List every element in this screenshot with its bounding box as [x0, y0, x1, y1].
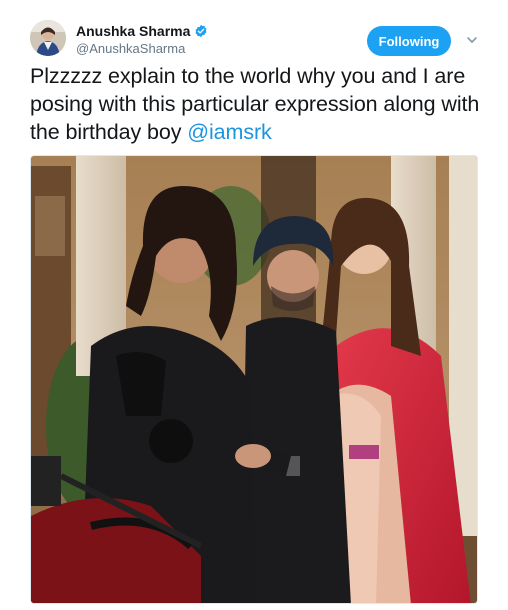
- author-display-name[interactable]: Anushka Sharma: [76, 23, 190, 39]
- tweet-text: Plzzzzz explain to the world why you and…: [30, 62, 485, 146]
- tweet-card: Anushka Sharma @AnushkaSharma Following …: [0, 0, 508, 610]
- verified-badge-icon: [195, 24, 207, 38]
- author-handle[interactable]: @AnushkaSharma: [76, 41, 185, 56]
- photo-image: [31, 156, 477, 603]
- author-avatar[interactable]: [30, 20, 66, 56]
- mention-link[interactable]: @iamsrk: [187, 120, 272, 144]
- tweet-photo[interactable]: [30, 155, 478, 604]
- author-name-row: Anushka Sharma: [76, 22, 208, 40]
- following-button[interactable]: Following: [367, 26, 451, 56]
- chevron-down-icon[interactable]: [466, 34, 478, 46]
- avatar-image: [30, 20, 66, 56]
